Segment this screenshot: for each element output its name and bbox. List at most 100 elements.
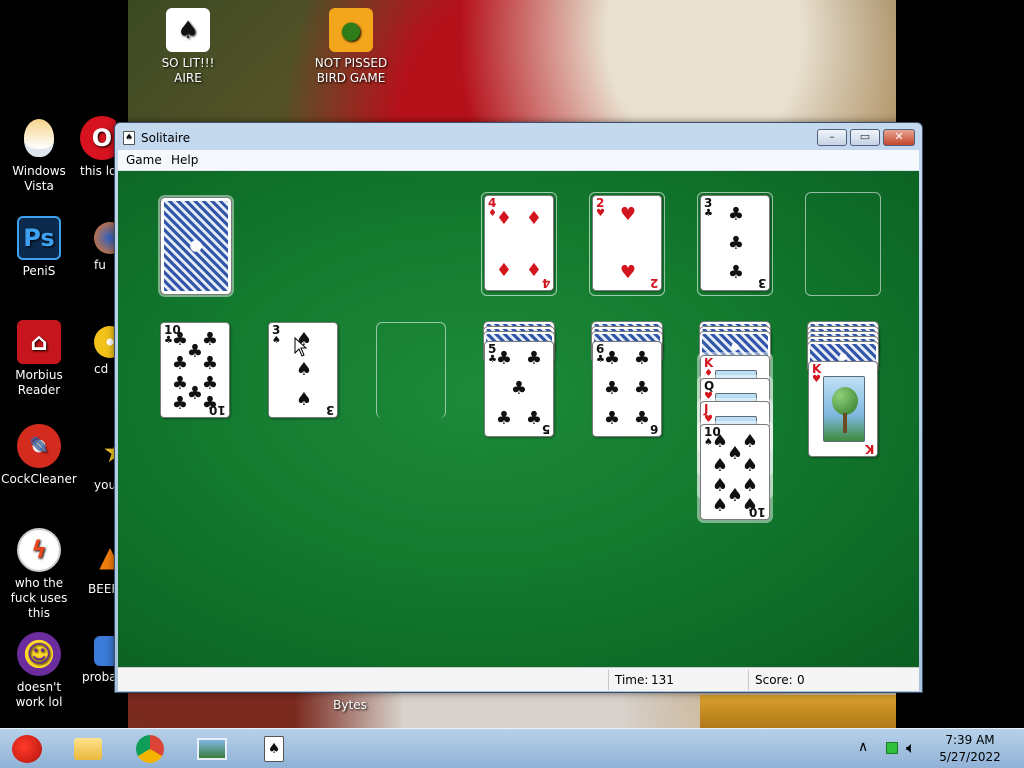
status-separator xyxy=(748,670,749,690)
card-rank-bottom: 3 xyxy=(757,276,766,290)
card-rank-bottom: 3 xyxy=(325,403,334,417)
card-rank-bottom: K xyxy=(864,442,874,456)
solitaire-app-icon: ♠ xyxy=(123,131,135,145)
desktop-icon-label: Bytes xyxy=(333,698,367,712)
title-bar[interactable]: ♠ Solitaire – ▭ ✕ xyxy=(115,123,922,151)
show-hidden-icons-chevron-icon[interactable]: ∧ xyxy=(858,739,868,755)
card-pip: ♣ xyxy=(510,378,528,399)
wallpaper-gold-band xyxy=(700,695,896,728)
solitaire-window[interactable]: ♠ Solitaire – ▭ ✕ Game Help 4 ♦ ♦ ♦ ♦ ♦ … xyxy=(114,122,923,693)
tableau-empty-slot[interactable] xyxy=(376,322,446,418)
angry-birds-icon[interactable] xyxy=(8,733,46,765)
egg-icon xyxy=(17,116,61,160)
card-pip: ♠ xyxy=(711,495,729,516)
volume-icon[interactable]: 🔈︎ xyxy=(906,738,916,758)
maximize-button[interactable]: ▭ xyxy=(850,129,880,146)
desktop-icon-ccleaner[interactable]: ✎ CockCleaner xyxy=(1,424,77,487)
tableau-card-10-spades[interactable]: 10 ♠ ♠ ♠ ♠ ♠ ♠ ♠ ♠ ♠ ♠ ♠ 10 xyxy=(700,424,770,520)
opera-icon: O xyxy=(80,116,116,160)
foundation-card-3[interactable]: 3 ♣ ♣ ♣ ♣ 3 xyxy=(700,195,770,291)
card-pip: ♣ xyxy=(171,393,189,414)
card-rank-bottom: 4 xyxy=(541,276,550,290)
card-pip: ♣ xyxy=(495,348,513,369)
card-pip: ♣ xyxy=(633,348,651,369)
card-pip: ♣ xyxy=(603,378,621,399)
card-pip: ♥ xyxy=(619,204,637,225)
clock-time[interactable]: 7:39 AM xyxy=(930,733,1010,747)
card-suit: ♠ xyxy=(272,335,281,346)
card-pip: ♠ xyxy=(741,455,759,476)
card-pip: ♣ xyxy=(525,348,543,369)
desktop-icon-label: Windows Vista xyxy=(12,164,66,193)
tableau-card-10-clubs[interactable]: 10 ♣ ♣ ♣ ♣ ♣ ♣ ♣ ♣ ♣ ♣ ♣ 10 xyxy=(160,322,230,418)
king-tree-art xyxy=(823,376,865,442)
photos-icon[interactable] xyxy=(194,733,230,765)
card-rank-bottom: 10 xyxy=(749,505,766,519)
card-pip: ♣ xyxy=(633,408,651,429)
clock-date[interactable]: 5/27/2022 xyxy=(930,750,1010,764)
card-pip: ♣ xyxy=(633,378,651,399)
stock-pile[interactable] xyxy=(160,197,232,295)
taskbar: ♠ ∧ 🔈︎ 7:39 AM 5/27/2022 xyxy=(0,728,1024,768)
desktop-icon-bytes[interactable]: Bytes xyxy=(312,698,388,713)
card-pip: ♣ xyxy=(171,353,189,374)
desktop-icon-photoshop[interactable]: Ps PeniS xyxy=(1,216,77,279)
foundation-card-2[interactable]: 2 ♥ ♥ ♥ 2 xyxy=(592,195,662,291)
desktop-icon-label: doesn't work lol xyxy=(15,680,63,709)
card-pip: ♣ xyxy=(727,262,745,283)
desktop-icon-label: you xyxy=(94,478,117,492)
card-suit: ♥ xyxy=(596,208,605,219)
desktop-icon-label: fu xyxy=(94,258,106,272)
tableau-card-6-clubs[interactable]: 6 ♣ ♣ ♣ ♣ ♣ ♣ ♣ 6 xyxy=(592,341,662,437)
tableau-card-king-hearts[interactable]: K ♥ K xyxy=(808,361,878,457)
card-rank-bottom: 5 xyxy=(541,422,550,436)
card-pip: ♠ xyxy=(711,455,729,476)
card-pip: ♥ xyxy=(619,262,637,283)
desktop-icon-label: this lo a vag xyxy=(80,164,116,178)
foundation-card-1[interactable]: 4 ♦ ♦ ♦ ♦ ♦ 4 xyxy=(484,195,554,291)
time-label: Time: xyxy=(615,673,649,687)
green-pig-icon: ● xyxy=(329,8,373,52)
card-suit: ♣ xyxy=(704,208,713,219)
desktop-icon-label: SO LIT!!! AIRE xyxy=(161,56,215,85)
time-value: 131 xyxy=(651,673,674,687)
card-pip: ♣ xyxy=(727,233,745,254)
card-pip: ♣ xyxy=(201,353,219,374)
card-pip: ♠ xyxy=(295,359,313,380)
card-pip: ♣ xyxy=(495,408,513,429)
desktop-icon-label: PeniS xyxy=(22,264,56,278)
chrome-icon[interactable] xyxy=(132,733,168,765)
folder-icon[interactable] xyxy=(70,733,106,765)
menu-help[interactable]: Help xyxy=(171,153,198,167)
tableau-card-5-clubs[interactable]: 5 ♣ ♣ ♣ ♣ ♣ ♣ 5 xyxy=(484,341,554,437)
window-title: Solitaire xyxy=(141,131,191,145)
desktop-icon-flash[interactable]: ϟ who the fuck uses this xyxy=(1,528,77,621)
desktop-icon-bird-game[interactable]: ● NOT PISSED BIRD GAME xyxy=(313,8,389,86)
minimize-button[interactable]: – xyxy=(817,129,847,146)
desktop-icon-label: Morbius Reader xyxy=(15,368,63,397)
desktop-icon-opera[interactable]: O this lo a vag xyxy=(80,116,116,179)
card-pip: ♣ xyxy=(603,408,621,429)
close-button[interactable]: ✕ xyxy=(883,129,915,146)
card-pip: ♣ xyxy=(603,348,621,369)
menu-game[interactable]: Game xyxy=(126,153,162,167)
desktop-icon-yahoo[interactable]: ☺ doesn't work lol xyxy=(1,632,77,710)
status-bar: Time: 131 Score: 0 xyxy=(118,667,919,691)
tree-icon xyxy=(832,387,858,415)
acrobat-icon: ⌂ xyxy=(17,320,61,364)
ccleaner-icon: ✎ xyxy=(17,424,61,468)
mouse-cursor-icon xyxy=(294,337,308,357)
desktop-icon-solitaire[interactable]: ♠ SO LIT!!! AIRE xyxy=(150,8,226,86)
flash-icon: ϟ xyxy=(17,528,61,572)
score-label: Score: xyxy=(755,673,793,687)
desktop-icon-windows-vista[interactable]: Windows Vista xyxy=(1,116,77,194)
desktop-icon-reader[interactable]: ⌂ Morbius Reader xyxy=(1,320,77,398)
card-pip: ♦ xyxy=(495,208,513,229)
solitaire-icon[interactable]: ♠ xyxy=(256,733,292,765)
card-pip: ♣ xyxy=(727,204,745,225)
foundation-slot-empty[interactable] xyxy=(805,192,881,296)
game-table[interactable]: 4 ♦ ♦ ♦ ♦ ♦ 4 2 ♥ ♥ ♥ 2 3 ♣ ♣ ♣ ♣ 3 10 ♣… xyxy=(118,171,919,667)
solitaire-card-icon: ♠ xyxy=(166,8,210,52)
yahoo-messenger-icon: ☺ xyxy=(17,632,61,676)
network-icon[interactable] xyxy=(886,742,898,754)
